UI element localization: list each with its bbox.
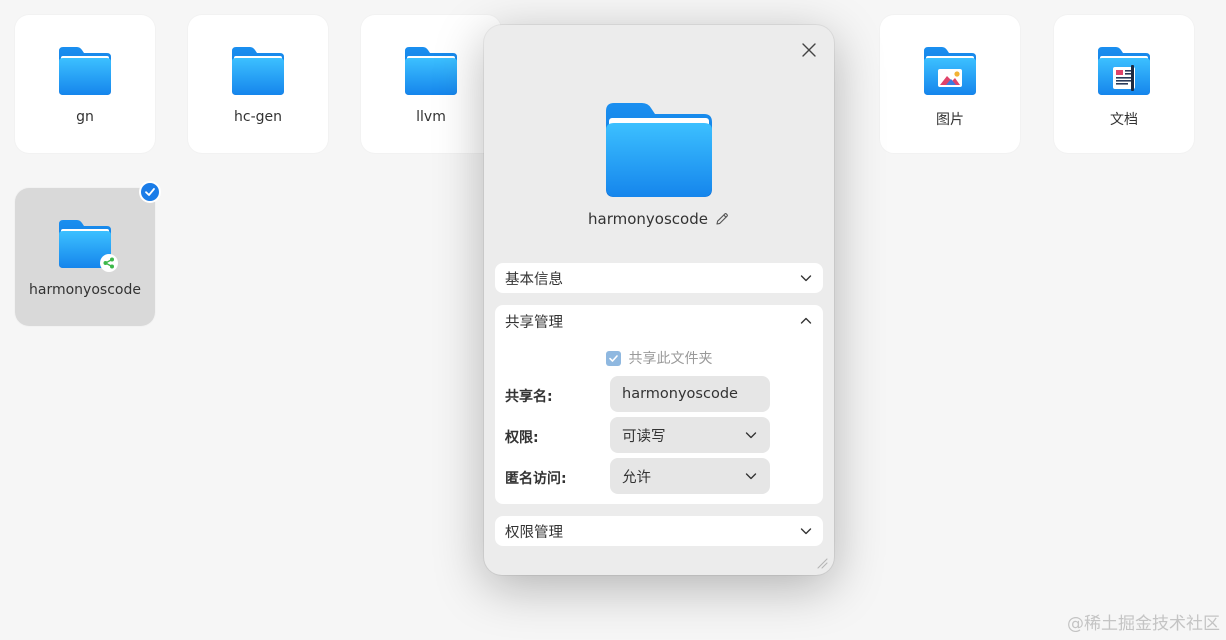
file-tile-documents[interactable]: 文档 [1054,15,1194,153]
folder-icon [402,45,460,97]
file-tile-gn[interactable]: gn [15,15,155,153]
chevron-down-icon [800,528,812,535]
file-tile-llvm[interactable]: llvm [361,15,501,153]
folder-icon [229,45,287,97]
folder-name-row: harmonyoscode [484,210,834,228]
share-name-input[interactable]: harmonyoscode [610,376,770,412]
permission-management-header[interactable]: 权限管理 [495,516,823,546]
file-label: 文档 [1110,112,1138,128]
folder-icon [606,103,712,197]
basic-info-header[interactable]: 基本信息 [495,263,823,293]
basic-info-section: 基本信息 [495,263,823,293]
permission-select[interactable]: 可读写 [610,417,770,453]
file-label: 图片 [936,112,964,128]
chevron-up-icon [800,317,812,324]
edit-pencil-icon[interactable] [714,211,730,227]
watermark: @稀土掘金技术社区 [1067,614,1220,634]
section-title: 基本信息 [505,271,563,288]
share-folder-checkbox-row[interactable]: 共享此文件夹 [495,348,823,368]
section-title: 权限管理 [505,524,563,541]
share-folder-label: 共享此文件夹 [628,351,713,367]
chevron-down-icon [800,275,812,282]
anonymous-access-select[interactable]: 允许 [610,458,770,494]
anonymous-access-value: 允许 [622,469,651,486]
shared-folder-icon [56,218,118,272]
close-icon[interactable] [800,41,818,59]
permission-value: 可读写 [622,428,666,445]
folder-name: harmonyoscode [588,210,708,228]
anonymous-access-label: 匿名访问: [505,471,567,487]
folder-icon [56,45,114,97]
file-label: gn [76,109,94,125]
share-name-label: 共享名: [505,389,553,405]
chevron-down-icon [745,473,757,480]
permission-management-section: 权限管理 [495,516,823,546]
file-tile-pictures[interactable]: 图片 [880,15,1020,153]
share-icon [100,254,118,272]
file-label: harmonyoscode [29,282,141,298]
share-folder-checkbox[interactable] [605,350,621,366]
share-name-value: harmonyoscode [622,386,738,402]
documents-folder-icon [1095,45,1153,97]
file-tile-hc-gen[interactable]: hc-gen [188,15,328,153]
share-management-section: 共享管理 共享此文件夹 共享名: harmonyoscode 权限: 可读写 匿… [495,305,823,504]
resize-grip-icon[interactable] [814,555,828,569]
chevron-down-icon [745,432,757,439]
folder-properties-dialog: harmonyoscode 基本信息 共享管理 共享此文件夹 共享名: harm… [484,25,834,575]
selected-check-icon [139,181,161,203]
pictures-folder-icon [921,45,979,97]
share-management-header[interactable]: 共享管理 [495,305,823,337]
section-title: 共享管理 [505,314,563,331]
file-label: hc-gen [234,109,282,125]
file-tile-harmonyoscode[interactable]: harmonyoscode [15,181,161,326]
permission-label: 权限: [505,430,539,446]
file-label: llvm [416,109,446,125]
